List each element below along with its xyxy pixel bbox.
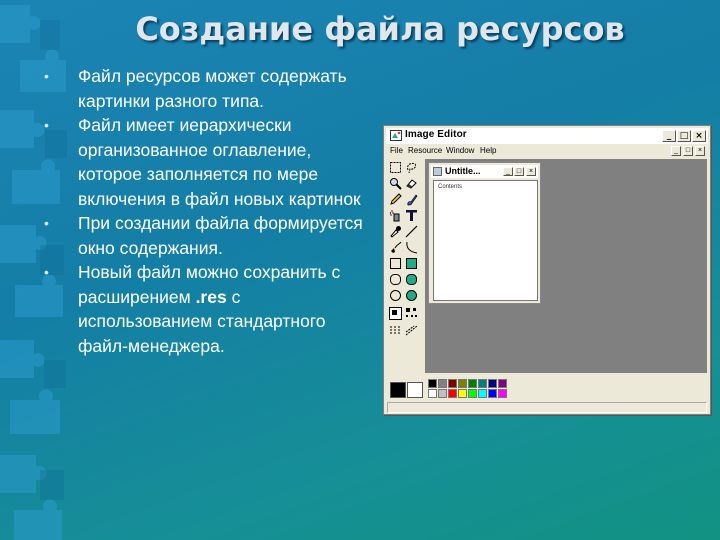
maximize-button[interactable]: □ — [677, 130, 691, 142]
image-editor-icon — [390, 130, 402, 141]
color-swatch[interactable] — [498, 389, 507, 398]
bullet-glyph: • — [44, 215, 49, 231]
eraser-icon[interactable] — [405, 177, 418, 190]
mdi-maximize-button[interactable]: □ — [683, 146, 693, 156]
line-style-icon[interactable] — [389, 324, 402, 337]
mdi-close-button[interactable]: × — [695, 146, 705, 156]
color-swatch[interactable] — [488, 379, 497, 388]
color-swatch[interactable] — [428, 379, 437, 388]
bullet-item: • При создании файла формируется окно сод… — [42, 211, 372, 260]
color-swatch[interactable] — [478, 379, 487, 388]
brush-size-icon[interactable] — [389, 307, 402, 320]
color-swatch[interactable] — [498, 379, 507, 388]
color-swatch[interactable] — [488, 389, 497, 398]
rectangle-icon[interactable] — [389, 257, 402, 270]
lasso-icon[interactable] — [405, 161, 418, 174]
color-swatch[interactable] — [438, 379, 447, 388]
airbrush-icon[interactable] — [389, 209, 402, 222]
menu-file[interactable]: File — [390, 146, 403, 155]
marquee-icon[interactable] — [389, 161, 402, 174]
bullet-list: • Файл ресурсов может содержать картинки … — [42, 64, 372, 358]
text-icon[interactable] — [405, 209, 418, 222]
color-swatch[interactable] — [468, 379, 477, 388]
bullet-item: • Файл имеет иерархически организованное … — [42, 113, 372, 211]
toolbox — [388, 159, 422, 359]
window-titlebar[interactable]: Image Editor _ □ × — [386, 128, 708, 144]
mdi-workspace: Untitle... _ □ × Contents — [425, 159, 707, 373]
rounded-rectangle-icon[interactable] — [389, 273, 402, 286]
line-width-icon[interactable] — [405, 324, 418, 337]
mdi-minimize-button[interactable]: _ — [671, 146, 681, 156]
child-titlebar[interactable]: Untitle... _ □ × — [431, 165, 538, 178]
color-swatch[interactable] — [438, 389, 447, 398]
image-editor-window: Image Editor _ □ × File Resource Window … — [383, 125, 711, 415]
menu-resource[interactable]: Resource — [408, 146, 442, 155]
filled-ellipse-icon[interactable] — [405, 289, 418, 302]
close-button[interactable]: × — [692, 130, 706, 142]
line-icon[interactable] — [405, 225, 418, 238]
background-color[interactable] — [407, 382, 423, 398]
color-palette — [388, 378, 678, 400]
bullet-item: • Новый файл можно сохранить с расширение… — [42, 260, 372, 358]
extension-text: .res — [195, 286, 227, 307]
brush-icon[interactable] — [405, 193, 418, 206]
tree-item-contents[interactable]: Contents — [438, 184, 462, 190]
brush-shape-icon[interactable] — [405, 307, 418, 320]
bullet-text: При создании файла формируется окно соде… — [78, 213, 363, 258]
contents-tree[interactable]: Contents — [433, 180, 538, 301]
child-minimize-button[interactable]: _ — [503, 167, 513, 176]
filled-rounded-rectangle-icon[interactable] — [405, 273, 418, 286]
curve-icon[interactable] — [389, 241, 402, 254]
curve-line-icon[interactable] — [405, 241, 418, 254]
child-maximize-button[interactable]: □ — [514, 167, 524, 176]
menu-window[interactable]: Window — [446, 146, 474, 155]
color-swatch[interactable] — [458, 389, 467, 398]
child-title: Untitle... — [445, 166, 481, 176]
status-bar — [387, 402, 707, 413]
color-swatch[interactable] — [478, 389, 487, 398]
bullet-text: Файл ресурсов может содержать картинки р… — [78, 66, 347, 111]
ellipse-icon[interactable] — [389, 289, 402, 302]
resource-child-window: Untitle... _ □ × Contents — [428, 162, 541, 304]
color-swatch[interactable] — [468, 389, 477, 398]
bullet-glyph: • — [44, 68, 49, 84]
bullet-glyph: • — [44, 117, 49, 133]
color-swatch[interactable] — [448, 379, 457, 388]
pen-icon[interactable] — [389, 193, 402, 206]
filled-rectangle-icon[interactable] — [405, 257, 418, 270]
menu-help[interactable]: Help — [480, 146, 496, 155]
bullet-item: • Файл ресурсов может содержать картинки … — [42, 64, 372, 113]
color-swatch[interactable] — [428, 389, 437, 398]
bullet-text: Файл имеет иерархически организованное о… — [78, 115, 361, 209]
minimize-button[interactable]: _ — [662, 130, 676, 142]
window-title: Image Editor — [405, 129, 467, 140]
zoom-icon[interactable] — [389, 177, 402, 190]
dropper-icon[interactable] — [389, 225, 402, 238]
resource-file-icon — [433, 167, 442, 176]
slide-title: Создание файла ресурсов — [135, 10, 625, 48]
foreground-color[interactable] — [390, 382, 406, 398]
color-swatch[interactable] — [448, 389, 457, 398]
child-close-button[interactable]: × — [526, 167, 536, 176]
bullet-glyph: • — [44, 264, 49, 280]
color-swatch[interactable] — [458, 379, 467, 388]
